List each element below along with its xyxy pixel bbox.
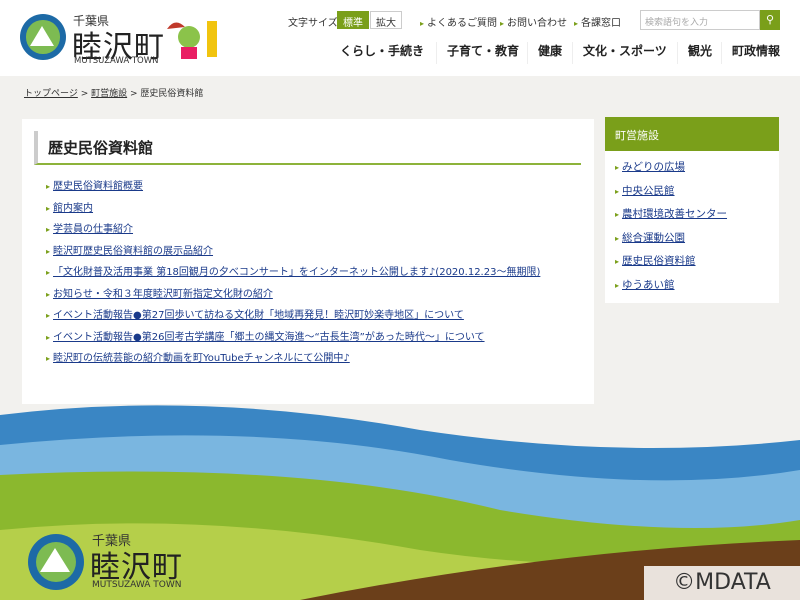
sidebar-item[interactable]: みどりの広場 <box>615 159 769 183</box>
sidebar-title: 町営施設 <box>605 117 779 151</box>
list-item[interactable]: 歴史民俗資料館概要 <box>46 177 540 199</box>
departments-link[interactable]: 各課窓口 <box>574 14 621 29</box>
nav-tourism[interactable]: 観光 <box>677 42 722 64</box>
nav-health[interactable]: 健康 <box>527 42 572 64</box>
breadcrumb: トップページ > 町営施設 > 歴史民俗資料館 <box>24 89 204 99</box>
nav-living[interactable]: くらし・手続き <box>330 42 434 64</box>
search-input[interactable]: 検索語句を入力 <box>640 10 760 30</box>
list-item[interactable]: 「文化財普及活用事業 第18回観月の夕べコンサート」をインターネット公開します♪… <box>46 263 540 285</box>
faq-link[interactable]: よくあるご質問 <box>420 14 497 29</box>
sidebar-item[interactable]: 歴史民俗資料館 <box>615 253 769 277</box>
page-title: 歴史民俗資料館 <box>34 131 581 165</box>
sidebar-item[interactable]: 中央公民館 <box>615 183 769 207</box>
town-logo-icon[interactable] <box>20 14 66 60</box>
breadcrumb-parent[interactable]: 町営施設 <box>91 89 127 99</box>
font-standard-button[interactable]: 標準 <box>337 11 369 29</box>
breadcrumb-current: 歴史民俗資料館 <box>140 89 204 99</box>
nav-childcare[interactable]: 子育て・教育 <box>436 42 529 64</box>
search-icon[interactable]: ⚲ <box>760 10 780 30</box>
sidebar: 町営施設 みどりの広場 中央公民館 農村環境改善センター 総合運動公園 歴史民俗… <box>605 117 779 303</box>
list-item[interactable]: お知らせ・令和３年度睦沢町新指定文化財の紹介 <box>46 285 540 307</box>
footer-town-name-en: MUTSUZAWA TOWN <box>92 580 182 590</box>
footer-logo-icon <box>28 534 84 590</box>
list-item[interactable]: 睦沢町歴史民俗資料館の展示品紹介 <box>46 242 540 264</box>
sidebar-item[interactable]: 農村環境改善センター <box>615 206 769 230</box>
contact-link[interactable]: お問い合わせ <box>500 14 567 29</box>
nav-culture[interactable]: 文化・スポーツ <box>572 42 677 64</box>
font-size-label: 文字サイズ <box>288 18 338 29</box>
link-list: 歴史民俗資料館概要 館内案内 学芸員の仕事紹介 睦沢町歴史民俗資料館の展示品紹介… <box>46 177 540 371</box>
main-content: 歴史民俗資料館 歴史民俗資料館概要 館内案内 学芸員の仕事紹介 睦沢町歴史民俗資… <box>22 119 594 404</box>
header: 千葉県 睦沢町 MUTSUZAWA TOWN 文字サイズ 標準 拡大 よくあるご… <box>0 0 800 76</box>
breadcrumb-home[interactable]: トップページ <box>24 89 78 99</box>
list-item[interactable]: イベント活動報告●第26回考古学講座「郷土の縄文海進～“古長生湾”があった時代～… <box>46 328 540 350</box>
list-item[interactable]: 学芸員の仕事紹介 <box>46 220 540 242</box>
mascot-icon <box>167 21 217 59</box>
list-item[interactable]: 館内案内 <box>46 199 540 221</box>
sidebar-item[interactable]: 総合運動公園 <box>615 230 769 254</box>
watermark: ©MDATA <box>644 566 800 600</box>
list-item[interactable]: 睦沢町の伝統芸能の紹介動画を町YouTubeチャンネルにて公開中♪ <box>46 349 540 371</box>
list-item[interactable]: イベント活動報告●第27回歩いて訪ねる文化財「地域再発見！睦沢町妙楽寺地区」につ… <box>46 306 540 328</box>
town-name-en: MUTSUZAWA TOWN <box>74 56 159 66</box>
sidebar-item[interactable]: ゆうあい館 <box>615 277 769 301</box>
font-large-button[interactable]: 拡大 <box>370 11 402 29</box>
nav-government[interactable]: 町政情報 <box>721 42 790 64</box>
